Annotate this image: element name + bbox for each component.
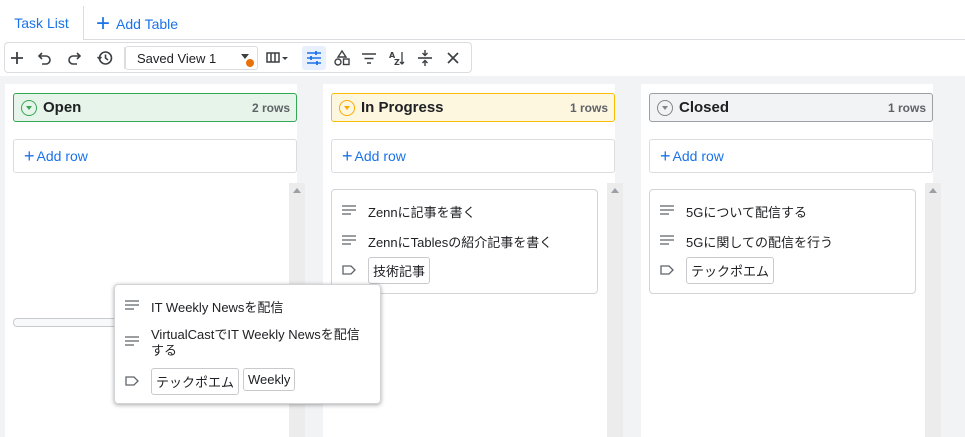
plus-icon: + xyxy=(24,146,35,166)
plus-icon: + xyxy=(342,146,353,166)
text-lines-icon xyxy=(125,300,139,310)
plus-icon: + xyxy=(96,9,111,37)
scroll-up-icon[interactable] xyxy=(293,188,301,193)
filter-icon[interactable] xyxy=(357,46,381,70)
toolbar: Saved View 1 AZ xyxy=(4,42,472,73)
text-lines-icon xyxy=(342,235,356,245)
task-card[interactable]: Zennに記事を書く ZennにTablesの紹介記事を書く 技術記事 xyxy=(331,189,598,294)
redo-icon[interactable] xyxy=(62,46,86,70)
chevron-down-icon[interactable] xyxy=(657,99,673,116)
scrollbar-in-progress[interactable] xyxy=(607,183,623,437)
card-line: 5Gに関しての配信を行う xyxy=(660,232,833,251)
columns-icon[interactable] xyxy=(262,46,294,70)
close-icon[interactable] xyxy=(441,46,465,70)
chevron-down-icon[interactable] xyxy=(339,99,355,116)
label-icon xyxy=(660,265,674,275)
undo-icon[interactable] xyxy=(33,46,57,70)
row-count: 1 rows xyxy=(887,101,926,115)
add-row-button[interactable]: + Add row xyxy=(331,139,615,173)
card-line: 5Gについて配信する xyxy=(660,202,807,221)
svg-text:Z: Z xyxy=(394,58,400,67)
column-header-closed[interactable]: Closed 1 rows xyxy=(649,93,933,122)
dragging-task-card[interactable]: IT Weekly Newsを配信 VirtualCastでIT Weekly … xyxy=(114,284,381,404)
text-lines-icon xyxy=(342,205,356,215)
column-closed: Closed 1 rows + Add row 5Gについて配信する 5Gに関し… xyxy=(641,84,933,437)
tab-bar: Task List + Add Table xyxy=(0,0,965,40)
add-row-button[interactable]: + Add row xyxy=(649,139,933,173)
add-row-button[interactable]: + Add row xyxy=(13,139,297,173)
column-header-in-progress[interactable]: In Progress 1 rows xyxy=(331,93,615,122)
card-title: IT Weekly Newsを配信 xyxy=(151,300,284,315)
task-card[interactable]: 5Gについて配信する 5Gに関しての配信を行う テックポエム xyxy=(649,189,916,294)
text-lines-icon xyxy=(660,205,674,215)
column-title: Open xyxy=(43,99,82,116)
row-count: 1 rows xyxy=(569,101,608,115)
shapes-icon[interactable] xyxy=(330,46,354,70)
unsaved-dot-icon xyxy=(246,59,254,67)
saved-view-select[interactable]: Saved View 1 xyxy=(125,46,258,70)
text-lines-icon xyxy=(660,235,674,245)
plus-icon: + xyxy=(660,146,671,166)
card-line: IT Weekly Newsを配信 xyxy=(125,297,283,316)
card-line: ZennにTablesの紹介記事を書く xyxy=(342,232,552,251)
tag-chip[interactable]: Weekly xyxy=(243,368,296,391)
tag-chip[interactable]: テックポエム xyxy=(151,368,240,395)
saved-view-label: Saved View 1 xyxy=(137,50,217,66)
add-row-label: Add row xyxy=(672,148,724,164)
text-lines-icon xyxy=(125,336,139,346)
column-title: In Progress xyxy=(361,99,444,116)
drop-placeholder xyxy=(13,318,118,327)
scrollbar-closed[interactable] xyxy=(925,183,941,437)
card-tags: テックポエム xyxy=(660,257,778,284)
sort-az-icon[interactable]: AZ xyxy=(385,46,409,70)
label-icon xyxy=(125,376,139,386)
settings-sliders-icon[interactable] xyxy=(302,46,326,70)
card-description: VirtualCastでIT Weekly Newsを配信する xyxy=(151,327,360,358)
card-description: 5Gに関しての配信を行う xyxy=(686,235,833,250)
card-title: 5Gについて配信する xyxy=(686,205,807,220)
card-line: VirtualCastでIT Weekly Newsを配信する xyxy=(125,327,365,359)
chevron-down-icon[interactable] xyxy=(21,99,37,116)
history-icon[interactable] xyxy=(93,46,117,70)
card-line: Zennに記事を書く xyxy=(342,202,476,221)
scroll-up-icon[interactable] xyxy=(611,188,619,193)
row-count: 2 rows xyxy=(251,101,290,115)
tab-task-list[interactable]: Task List xyxy=(0,6,84,40)
plus-icon[interactable] xyxy=(5,46,29,70)
add-row-label: Add row xyxy=(354,148,406,164)
card-title: Zennに記事を書く xyxy=(368,205,476,220)
add-table-button[interactable]: + Add Table xyxy=(96,8,178,39)
card-tags: テックポエム Weekly xyxy=(125,368,299,395)
collapse-icon[interactable] xyxy=(413,46,437,70)
column-title: Closed xyxy=(679,99,730,116)
card-description: ZennにTablesの紹介記事を書く xyxy=(368,235,553,250)
add-table-label: Add Table xyxy=(116,15,179,32)
tag-chip[interactable]: 技術記事 xyxy=(368,257,431,284)
column-header-open[interactable]: Open 2 rows xyxy=(13,93,297,122)
tag-chip[interactable]: テックポエム xyxy=(686,257,775,284)
add-row-label: Add row xyxy=(36,148,88,164)
card-tags: 技術記事 xyxy=(342,257,434,284)
label-icon xyxy=(342,265,356,275)
scroll-up-icon[interactable] xyxy=(929,188,937,193)
